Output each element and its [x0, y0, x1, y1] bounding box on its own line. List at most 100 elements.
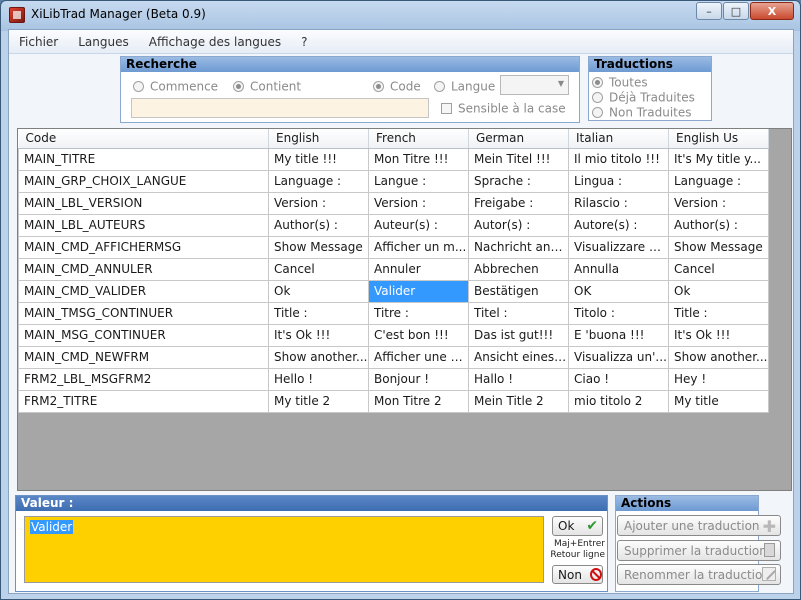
column-header[interactable]: German	[468, 129, 569, 149]
translation-cell[interactable]: Language :	[668, 169, 769, 193]
translation-cell[interactable]: Mon Titre !!!	[368, 147, 469, 171]
table-row[interactable]: MAIN_CMD_NEWFRM Show another... Afficher u…	[18, 345, 769, 369]
translation-cell[interactable]: It's My title y...	[668, 147, 769, 171]
translation-cell[interactable]: Version :	[368, 191, 469, 215]
code-cell[interactable]: MAIN_TMSG_CONTINUER	[18, 301, 269, 325]
rename-translation-button[interactable]: Renommer la traduction	[617, 564, 781, 585]
translation-cell[interactable]: Visualizza un'...	[568, 345, 669, 369]
translation-cell[interactable]: C'est bon !!!	[368, 323, 469, 347]
translation-cell[interactable]: Hello !	[268, 367, 369, 391]
translation-cell[interactable]: Title :	[668, 301, 769, 325]
close-button[interactable]: X	[750, 2, 794, 20]
delete-translation-button[interactable]: Supprimer la traduction	[617, 540, 781, 561]
table-row[interactable]: FRM2_LBL_MSGFRM2 Hello ! Bonjour ! Hallo ! C…	[18, 367, 769, 391]
table-row[interactable]: MAIN_CMD_VALIDER Ok Valider Bestätigen OK Ok	[18, 279, 769, 303]
radio-langue[interactable]: Langue	[434, 79, 495, 94]
translation-cell[interactable]: My title !!!	[268, 147, 369, 171]
translation-cell[interactable]: Ansicht eines ...	[468, 345, 569, 369]
translation-cell[interactable]: Sprache :	[468, 169, 569, 193]
translation-cell[interactable]: Afficher un m...	[368, 235, 469, 259]
translation-cell[interactable]: Mon Titre 2	[368, 389, 469, 413]
translation-cell[interactable]: Visualizzare u...	[568, 235, 669, 259]
translation-cell[interactable]: Titre :	[368, 301, 469, 325]
translation-cell[interactable]: mio titolo 2	[568, 389, 669, 413]
menu-langues[interactable]: Langues	[78, 35, 129, 49]
value-editor[interactable]: Valider	[24, 516, 544, 583]
table-row[interactable]: MAIN_TITRE My title !!! Mon Titre !!! Mein …	[18, 147, 769, 171]
translation-cell[interactable]: Title :	[268, 301, 369, 325]
translation-cell[interactable]: Autore(s) :	[568, 213, 669, 237]
translation-cell[interactable]: Annulla	[568, 257, 669, 281]
translation-cell[interactable]: My title 2	[268, 389, 369, 413]
translation-cell[interactable]: Il mio titolo !!!	[568, 147, 669, 171]
table-row[interactable]: MAIN_TMSG_CONTINUER Title : Titre : Titel :…	[18, 301, 769, 325]
table-row[interactable]: MAIN_LBL_AUTEURS Author(s) : Auteur(s) : Au…	[18, 213, 769, 237]
code-cell[interactable]: MAIN_CMD_VALIDER	[18, 279, 269, 303]
translation-cell[interactable]: Bonjour !	[368, 367, 469, 391]
translation-cell[interactable]: It's Ok !!!	[668, 323, 769, 347]
radio-toutes[interactable]: Toutes	[592, 75, 648, 90]
translation-cell[interactable]: Abbrechen	[468, 257, 569, 281]
translation-cell[interactable]: Hey !	[668, 367, 769, 391]
add-translation-button[interactable]: Ajouter une traduction ✚	[617, 515, 781, 536]
translation-cell[interactable]: Ok	[268, 279, 369, 303]
translation-cell[interactable]: Afficher une a...	[368, 345, 469, 369]
translation-cell[interactable]: E 'buona !!!	[568, 323, 669, 347]
translation-cell[interactable]: Annuler	[368, 257, 469, 281]
translation-cell[interactable]: Show Message	[668, 235, 769, 259]
sensible-checkbox[interactable]: Sensible à la case	[441, 101, 566, 116]
maximize-button[interactable]: □	[723, 2, 749, 20]
translation-cell[interactable]: Das ist gut!!!	[468, 323, 569, 347]
title-bar[interactable]: XiLibTrad Manager (Beta 0.9) – □ X	[1, 1, 800, 29]
code-cell[interactable]: MAIN_CMD_ANNULER	[18, 257, 269, 281]
translation-cell[interactable]: Ok	[668, 279, 769, 303]
translation-cell[interactable]: Lingua :	[568, 169, 669, 193]
translation-cell[interactable]: Langue :	[368, 169, 469, 193]
minimize-button[interactable]: –	[696, 2, 722, 20]
app-icon[interactable]	[9, 7, 25, 23]
column-header[interactable]: English Us	[668, 129, 769, 149]
column-header[interactable]: Code	[18, 129, 269, 149]
translation-cell[interactable]: Titel :	[468, 301, 569, 325]
translation-cell[interactable]: Auteur(s) :	[368, 213, 469, 237]
translation-cell[interactable]: Rilascio :	[568, 191, 669, 215]
table-row[interactable]: MAIN_LBL_VERSION Version : Version : Freiga…	[18, 191, 769, 215]
search-input[interactable]	[131, 98, 429, 118]
code-cell[interactable]: MAIN_TITRE	[18, 147, 269, 171]
table-row[interactable]: MAIN_GRP_CHOIX_LANGUE Language : Langue :S…	[18, 169, 769, 193]
translation-cell[interactable]: Show another...	[268, 345, 369, 369]
menu-help[interactable]: ?	[301, 35, 307, 49]
translation-cell[interactable]: My title	[668, 389, 769, 413]
radio-code[interactable]: Code	[373, 79, 421, 94]
radio-deja-traduites[interactable]: Déjà Traduites	[592, 90, 695, 105]
code-cell[interactable]: MAIN_CMD_AFFICHERMSG	[18, 235, 269, 259]
translation-cell[interactable]: Cancel	[268, 257, 369, 281]
column-header[interactable]: Italian	[568, 129, 669, 149]
translation-cell[interactable]: Valider	[368, 279, 469, 303]
translation-cell[interactable]: Version :	[668, 191, 769, 215]
radio-non-traduites[interactable]: Non Traduites	[592, 105, 692, 120]
ok-button[interactable]: Ok ✔	[552, 516, 603, 536]
translation-cell[interactable]: Bestätigen	[468, 279, 569, 303]
table-row[interactable]: MAIN_MSG_CONTINUER It's Ok !!! C'est bon !…	[18, 323, 769, 347]
column-header[interactable]: French	[368, 129, 469, 149]
translation-cell[interactable]: Mein Titel !!!	[468, 147, 569, 171]
translation-cell[interactable]: Mein Title 2	[468, 389, 569, 413]
translation-cell[interactable]: It's Ok !!!	[268, 323, 369, 347]
translation-cell[interactable]: Author(s) :	[668, 213, 769, 237]
menu-fichier[interactable]: Fichier	[19, 35, 58, 49]
langue-select[interactable]: ▼	[500, 75, 569, 95]
translation-cell[interactable]: Show another...	[668, 345, 769, 369]
code-cell[interactable]: MAIN_CMD_NEWFRM	[18, 345, 269, 369]
code-cell[interactable]: FRM2_TITRE	[18, 389, 269, 413]
code-cell[interactable]: MAIN_GRP_CHOIX_LANGUE	[18, 169, 269, 193]
translation-cell[interactable]: Titolo :	[568, 301, 669, 325]
code-cell[interactable]: MAIN_LBL_VERSION	[18, 191, 269, 215]
code-cell[interactable]: FRM2_LBL_MSGFRM2	[18, 367, 269, 391]
translation-cell[interactable]: Autor(s) :	[468, 213, 569, 237]
table-row[interactable]: MAIN_CMD_AFFICHERMSG Show Message Afficher…	[18, 235, 769, 259]
translation-cell[interactable]: Ciao !	[568, 367, 669, 391]
code-cell[interactable]: MAIN_MSG_CONTINUER	[18, 323, 269, 347]
column-header[interactable]: English	[268, 129, 369, 149]
translation-cell[interactable]: Author(s) :	[268, 213, 369, 237]
